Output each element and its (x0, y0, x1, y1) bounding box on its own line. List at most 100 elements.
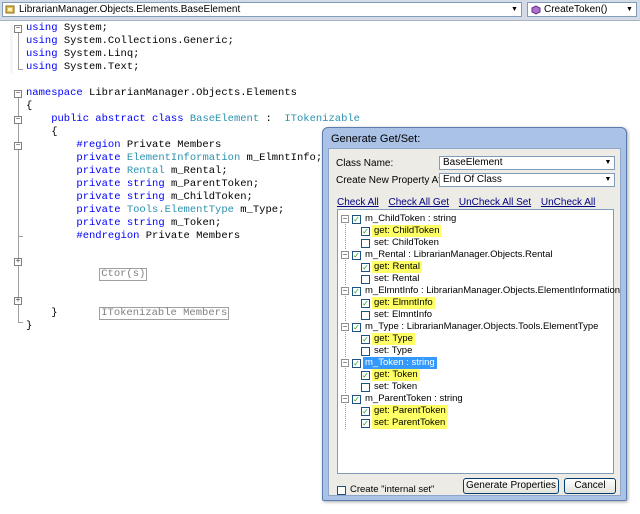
fields-tree[interactable]: −✓m_ChildToken : string✓get: ChildToken✓… (337, 209, 620, 474)
tree-field-node[interactable]: − ✓ m_Type : LibrarianManager.Objects.Tool… (341, 321, 600, 333)
chevron-down-icon: ▼ (602, 157, 614, 169)
tree-node-label: m_Type : LibrarianManager.Objects.Tools.… (365, 321, 599, 332)
dialog-title: Generate Get/Set: (331, 133, 421, 145)
checkbox[interactable]: ✓ (361, 226, 370, 236)
tree-accessor-node[interactable]: ✓ get: ParentToken (361, 405, 448, 417)
collapse-class-icon[interactable]: − (14, 116, 22, 124)
checkbox[interactable]: ✓ (361, 406, 370, 416)
check-all-link[interactable]: Check All (337, 197, 379, 208)
checkbox[interactable]: ✓ (352, 358, 361, 368)
tree-accessor-node[interactable]: ✓ set: ParentToken (361, 417, 448, 429)
tree-accessor-node[interactable]: ✓ get: Type (361, 333, 415, 345)
chevron-down-icon: ▼ (602, 174, 614, 186)
generate-properties-button[interactable]: Generate Properties (463, 478, 559, 494)
tree-node-label: get: ParentToken (372, 405, 448, 417)
method-icon (530, 4, 541, 15)
tree-accessor-node[interactable]: ✓ get: ChildToken (361, 225, 442, 237)
tree-accessor-node[interactable]: ✓ get: Rental (361, 261, 422, 273)
code-token: Tools.ElementType (126, 204, 234, 216)
property-at-select[interactable]: End Of Class ▼ (439, 173, 615, 187)
uncheck-all-set-link[interactable]: UnCheck All Set (459, 197, 531, 208)
checkbox[interactable]: ✓ (361, 370, 370, 380)
code-line: { (26, 126, 57, 139)
code-token: m_Rental; (164, 165, 228, 177)
checkbox[interactable]: ✓ (352, 394, 361, 404)
tree-node-label: set: ChildToken (374, 237, 439, 248)
internal-set-checkbox[interactable]: ✓ Create "internal set" (337, 484, 436, 496)
expand-itokenizable-icon[interactable]: + (14, 297, 22, 305)
checkbox[interactable]: ✓ (361, 262, 370, 272)
tree-field-node[interactable]: − ✓ m_ElmntInfo : LibrarianManager.Objects… (341, 285, 622, 297)
tree-accessor-node[interactable]: ✓ set: ElmntInfo (361, 309, 434, 321)
collapse-region-icon[interactable]: − (14, 142, 22, 150)
code-token: using (26, 35, 58, 47)
class-name-value: BaseElement (443, 157, 503, 168)
checkbox[interactable]: ✓ (361, 418, 370, 428)
member-dropdown-value: CreateToken() (544, 4, 608, 15)
tree-node-label: get: ChildToken (372, 225, 442, 237)
outline-line (18, 33, 19, 69)
code-line: private string m_ParentToken; (26, 178, 259, 191)
checkbox[interactable]: ✓ (361, 274, 370, 284)
checkbox[interactable]: ✓ (361, 382, 370, 392)
tree-field-node[interactable]: − ✓ m_ParentToken : string (341, 393, 465, 405)
tree-accessor-node[interactable]: ✓ set: Rental (361, 273, 421, 285)
checkbox[interactable]: ✓ (361, 346, 370, 356)
checkbox[interactable]: ✓ (352, 250, 361, 260)
class-dropdown-value: LibrarianManager.Objects.Elements.BaseEl… (19, 4, 241, 15)
checkbox[interactable]: ✓ (352, 214, 361, 224)
code-token: m_ParentToken; (170, 178, 260, 190)
checkbox[interactable]: ✓ (337, 485, 346, 495)
code-line: private string m_ChildToken; (26, 191, 252, 204)
outline-line (18, 69, 23, 70)
checkbox[interactable]: ✓ (361, 334, 370, 344)
code-token: private (26, 152, 121, 164)
code-token: Rental (126, 165, 165, 177)
tree-accessor-node[interactable]: ✓ get: Token (361, 369, 420, 381)
code-token: m_ElmntInfo; (240, 152, 323, 164)
collapse-using-icon[interactable]: − (14, 25, 22, 33)
tree-field-node[interactable]: − ✓ m_Token : string (341, 357, 437, 369)
code-line: using System.Collections.Generic; (26, 35, 234, 48)
code-token: public abstract class (26, 113, 184, 125)
property-at-value: End Of Class (443, 174, 502, 185)
tree-node-label: get: Token (372, 369, 420, 381)
tree-accessor-node[interactable]: ✓ set: Type (361, 345, 414, 357)
expand-ctor-icon[interactable]: + (14, 258, 22, 266)
class-dropdown[interactable]: LibrarianManager.Objects.Elements.BaseEl… (2, 2, 522, 17)
code-line: using System.Text; (26, 61, 139, 74)
checkbox[interactable]: ✓ (361, 298, 370, 308)
code-token: ITokenizable (284, 113, 360, 125)
outline-line (18, 236, 23, 237)
tree-connector (345, 294, 346, 321)
code-token: System.Text; (63, 61, 140, 73)
class-name-select[interactable]: BaseElement ▼ (439, 156, 615, 170)
checkbox[interactable]: ✓ (361, 310, 370, 320)
chevron-down-icon: ▼ (626, 6, 633, 13)
tree-connector (345, 402, 346, 429)
code-token: private string (26, 217, 165, 229)
code-token: ElementInformation (126, 152, 241, 164)
check-links: Check All Check All Get UnCheck All Set … (337, 197, 602, 208)
collapsed-region-itokenizable[interactable]: ITokenizable Members (74, 294, 230, 320)
tree-connector (345, 222, 346, 249)
change-margin (10, 22, 13, 74)
checkbox[interactable]: ✓ (352, 322, 361, 332)
member-dropdown[interactable]: CreateToken() ▼ (527, 2, 637, 17)
collapsed-region-ctor[interactable]: Ctor(s) (74, 255, 148, 281)
code-token: namespace (26, 87, 83, 99)
uncheck-all-link[interactable]: UnCheck All (541, 197, 595, 208)
outline-line (18, 322, 23, 323)
collapse-namespace-icon[interactable]: − (14, 90, 22, 98)
tree-accessor-node[interactable]: ✓ set: Token (361, 381, 419, 393)
cancel-button[interactable]: Cancel (564, 478, 616, 494)
generate-get-set-dialog: Generate Get/Set: Class Name: BaseElemen… (322, 127, 627, 501)
checkbox[interactable]: ✓ (361, 238, 370, 248)
check-all-get-link[interactable]: Check All Get (388, 197, 449, 208)
code-token: System.Collections.Generic; (63, 35, 234, 47)
tree-field-node[interactable]: − ✓ m_ChildToken : string (341, 213, 458, 225)
checkbox[interactable]: ✓ (352, 286, 361, 296)
tree-accessor-node[interactable]: ✓ get: ElmntInfo (361, 297, 435, 309)
tree-accessor-node[interactable]: ✓ set: ChildToken (361, 237, 441, 249)
tree-field-node[interactable]: − ✓ m_Rental : LibrarianManager.Objects.Re… (341, 249, 554, 261)
